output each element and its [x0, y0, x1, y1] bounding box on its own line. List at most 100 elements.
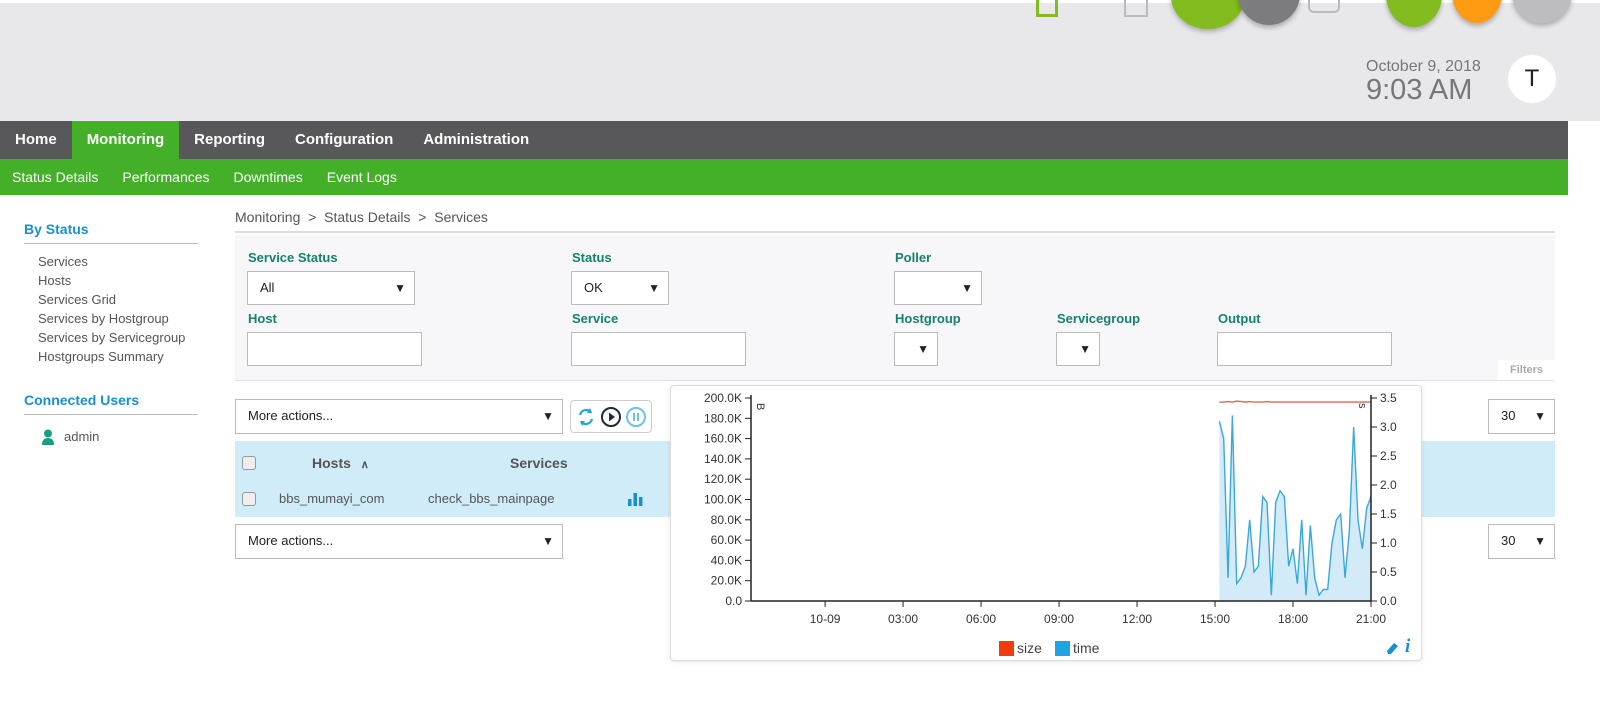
reports-icon[interactable]: [1036, 0, 1058, 17]
x-tick-label: 06:00: [966, 612, 996, 626]
legend-swatch-size: [999, 641, 1014, 656]
y-left-tick-label: 60.0K: [711, 533, 742, 547]
row-checkbox[interactable]: [242, 492, 256, 506]
dropdown-arrow-icon: ▼: [542, 409, 554, 423]
refresh-icon[interactable]: [575, 406, 597, 428]
poller-select[interactable]: ▼: [894, 271, 982, 305]
y-right-tick-label: 1.5: [1380, 507, 1397, 521]
breadcrumb-status-details[interactable]: Status Details: [324, 209, 410, 225]
dropdown-arrow-icon: ▼: [1534, 409, 1546, 423]
pause-icon[interactable]: [625, 406, 647, 428]
nav-monitoring[interactable]: Monitoring: [71, 121, 180, 159]
status-indicator-services-unknown[interactable]: [1512, 0, 1572, 23]
column-header-services[interactable]: Services: [510, 455, 568, 471]
sub-nav: Status Details Performances Downtimes Ev…: [0, 159, 1568, 195]
service-status-select[interactable]: All ▼: [247, 271, 415, 305]
main-nav: Home Monitoring Reporting Configuration …: [0, 121, 1568, 159]
poller-icon[interactable]: [1124, 0, 1148, 17]
host-label: Host: [248, 311, 277, 326]
y-right-tick-label: 2.0: [1380, 478, 1397, 492]
breadcrumb-monitoring[interactable]: Monitoring: [235, 209, 300, 225]
breadcrumb: Monitoring > Status Details > Services: [235, 209, 1555, 233]
sidebar-item-hosts[interactable]: Hosts: [24, 271, 198, 290]
nav-administration[interactable]: Administration: [408, 121, 544, 159]
row-host[interactable]: bbs_mumayi_com: [279, 491, 385, 506]
status-indicator-services-warning[interactable]: [1452, 0, 1502, 23]
breadcrumb-separator: >: [418, 209, 427, 225]
y-right-tick-label: 2.5: [1380, 449, 1397, 463]
info-icon[interactable]: i: [1405, 636, 1410, 658]
filters-tab[interactable]: Filters: [1497, 360, 1555, 380]
y-right-tick-label: 3.0: [1380, 420, 1397, 434]
x-tick-label: 18:00: [1278, 612, 1308, 626]
dropdown-arrow-icon: ▼: [961, 281, 973, 295]
page-size-select-bottom[interactable]: 30 ▼: [1488, 524, 1555, 559]
more-actions-label: More actions...: [248, 533, 334, 548]
nav-configuration[interactable]: Configuration: [280, 121, 408, 159]
sidebar-item-services-grid[interactable]: Services Grid: [24, 290, 198, 309]
service-label: Service: [572, 311, 619, 326]
eraser-icon[interactable]: [1384, 640, 1400, 656]
y-right-tick-label: 0.0: [1380, 594, 1397, 608]
performance-graph-popup: 0.0 20.0K 40.0K 60.0K 80.0K 100.0K 120.0K 140.0…: [670, 385, 1422, 661]
status-indicator-services-ok[interactable]: [1386, 0, 1442, 27]
output-label: Output: [1218, 311, 1261, 326]
connected-user: admin: [24, 427, 198, 446]
y-left-tick-label: 40.0K: [711, 553, 742, 567]
page-size-value: 30: [1501, 408, 1516, 423]
select-all-checkbox[interactable]: [242, 456, 256, 470]
row-service[interactable]: check_bbs_mainpage: [428, 491, 554, 506]
performance-graph-icon[interactable]: [628, 493, 643, 506]
filters-panel: Service Status All ▼ Status OK ▼ Poller ▼ …: [235, 235, 1555, 381]
dropdown-arrow-icon: ▼: [1534, 534, 1546, 548]
more-actions-label: More actions...: [248, 408, 334, 423]
service-input[interactable]: [571, 332, 746, 366]
host-input[interactable]: [247, 332, 422, 366]
sort-ascending-icon: ∧: [360, 459, 369, 471]
sidebar: By Status Services Hosts Services Grid S…: [24, 221, 198, 446]
sidebar-item-services-by-hostgroup[interactable]: Services by Hostgroup: [24, 309, 198, 328]
more-actions-select-top[interactable]: More actions... ▼: [235, 399, 563, 434]
subnav-downtimes[interactable]: Downtimes: [222, 159, 315, 195]
performance-chart: 0.0 20.0K 40.0K 60.0K 80.0K 100.0K 120.0K 140.0…: [704, 391, 1397, 656]
status-value: OK: [584, 280, 603, 295]
subnav-status-details[interactable]: Status Details: [0, 159, 110, 195]
servicegroup-label: Servicegroup: [1057, 311, 1141, 326]
y-left-tick-label: 140.0K: [704, 452, 742, 466]
sidebar-item-hostgroups-summary[interactable]: Hostgroups Summary: [24, 347, 198, 366]
series-line-size: [1219, 400, 1371, 403]
dropdown-arrow-icon: ▼: [648, 281, 660, 295]
refresh-controls: [570, 400, 652, 433]
play-icon[interactable]: [600, 406, 622, 428]
status-indicator-hosts-up[interactable]: [1171, 0, 1245, 29]
subnav-event-logs[interactable]: Event Logs: [315, 159, 409, 195]
hostgroup-select[interactable]: ▼: [894, 332, 938, 366]
y-left-tick-label: 20.0K: [711, 574, 742, 588]
y-right-unit: s: [1356, 403, 1368, 409]
x-tick-label: 09:00: [1044, 612, 1074, 626]
x-tick-label: 03:00: [888, 612, 918, 626]
breadcrumb-services: Services: [434, 209, 488, 225]
sidebar-item-services[interactable]: Services: [24, 252, 198, 271]
hostgroup-label: Hostgroup: [895, 311, 961, 326]
page-size-select-top[interactable]: 30 ▼: [1488, 399, 1555, 434]
dropdown-arrow-icon: ▼: [917, 342, 929, 356]
status-label: Status: [572, 250, 612, 265]
dropdown-arrow-icon: ▼: [1079, 342, 1091, 356]
status-select[interactable]: OK ▼: [571, 271, 669, 305]
x-tick-label: 21:00: [1356, 612, 1386, 626]
nav-home[interactable]: Home: [0, 121, 72, 159]
service-status-value: All: [260, 280, 275, 295]
more-actions-select-bottom[interactable]: More actions... ▼: [235, 524, 563, 559]
column-header-hosts[interactable]: Hosts ∧: [312, 455, 369, 471]
status-indicator-hosts-down[interactable]: [1238, 0, 1300, 25]
sidebar-item-services-by-servicegroup[interactable]: Services by Servicegroup: [24, 328, 198, 347]
sidebar-by-status-title: By Status: [24, 221, 198, 244]
output-input[interactable]: [1217, 332, 1392, 366]
y-left-tick-label: 120.0K: [704, 472, 742, 486]
servicegroup-select[interactable]: ▼: [1056, 332, 1100, 366]
user-avatar[interactable]: T: [1508, 55, 1556, 103]
services-icon[interactable]: [1308, 0, 1340, 13]
nav-reporting[interactable]: Reporting: [179, 121, 280, 159]
subnav-performances[interactable]: Performances: [110, 159, 221, 195]
